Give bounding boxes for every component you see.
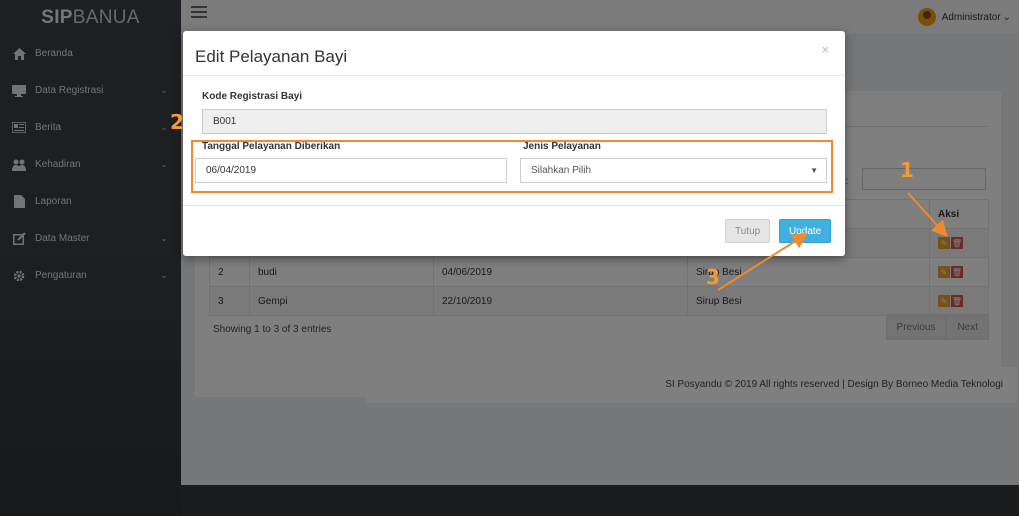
annotation-arrows [717,192,948,291]
annotation-arrow-3 [717,232,809,291]
annotation-arrow-1 [907,192,948,237]
